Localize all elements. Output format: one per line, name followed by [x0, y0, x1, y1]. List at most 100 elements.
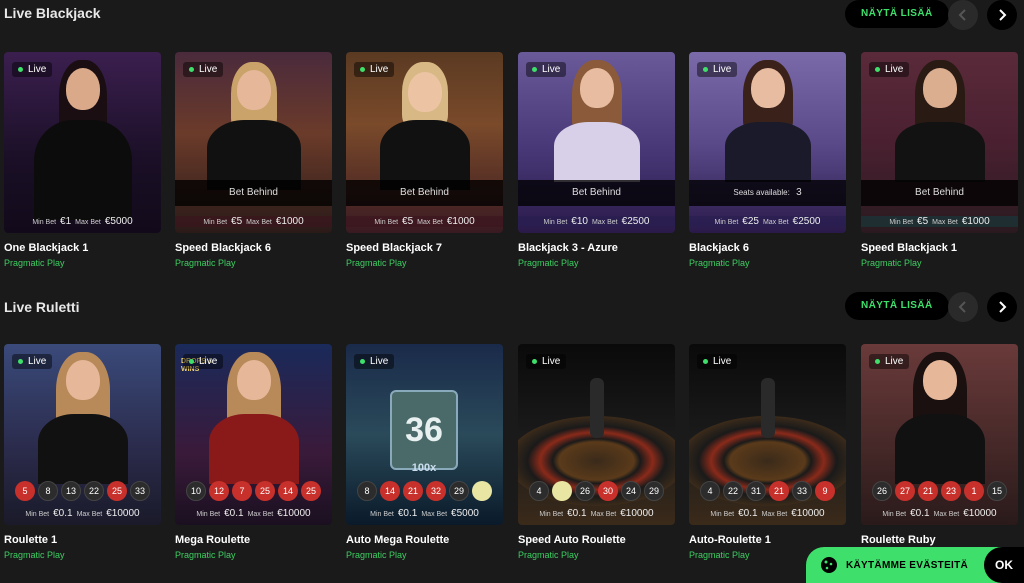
- section-title: Live Ruletti: [4, 299, 80, 315]
- game-title[interactable]: Speed Auto Roulette: [518, 534, 675, 548]
- chevron-left-icon: [958, 301, 966, 313]
- dealer-head: [923, 360, 957, 400]
- min-bet-value: €25: [742, 216, 759, 227]
- mega-multiplier: 100x: [411, 462, 437, 474]
- recent-results: 4 26 30 24 29: [518, 481, 675, 501]
- live-dot-icon: [18, 359, 23, 364]
- live-label: Live: [370, 64, 389, 75]
- live-badge: Live: [183, 354, 224, 369]
- result-number: 4: [700, 481, 720, 501]
- result-number: 25: [255, 481, 275, 501]
- max-bet-value: €10000: [791, 508, 825, 519]
- bet-behind-overlay[interactable]: Bet Behind: [346, 180, 503, 206]
- result-number: [552, 481, 572, 501]
- min-bet-value: €5: [231, 216, 243, 227]
- game-thumbnail[interactable]: Live Seats available: 3 Min Bet €25 Max …: [689, 52, 846, 233]
- live-label: Live: [542, 64, 561, 75]
- show-more-button[interactable]: NÄYTÄ LISÄÄ: [845, 292, 949, 320]
- dealer-body: [209, 414, 299, 484]
- cookie-ok-button[interactable]: OK: [984, 547, 1024, 583]
- live-badge: Live: [697, 354, 738, 369]
- game-title[interactable]: One Blackjack 1: [4, 242, 161, 256]
- recent-results: 10 12 7 25 14 25: [175, 481, 332, 501]
- dealer-body: [895, 414, 985, 484]
- game-title[interactable]: Speed Blackjack 7: [346, 242, 503, 256]
- game-card[interactable]: Live Min Bet €1 Max Bet €5000 One Blackj…: [4, 52, 161, 268]
- bet-behind-overlay[interactable]: Bet Behind: [861, 180, 1018, 206]
- bet-limits: Min Bet €0.1 Max Bet €10000: [175, 508, 332, 519]
- roulette-section: Live Ruletti NÄYTÄ LISÄÄ Live 5 8 13 22 25 33 M…: [0, 292, 1024, 582]
- max-bet-value: €10000: [620, 508, 654, 519]
- game-thumbnail[interactable]: Live 4 26 30 24 29 Min Bet €0.1 Max Bet €10000: [518, 344, 675, 525]
- game-card[interactable]: Live Bet Behind Min Bet €5 Max Bet €1000…: [346, 52, 503, 268]
- prev-button[interactable]: [948, 0, 978, 30]
- prev-button[interactable]: [948, 292, 978, 322]
- bet-behind-overlay[interactable]: Bet Behind: [518, 180, 675, 206]
- max-bet-label: Max Bet: [933, 511, 960, 518]
- game-card[interactable]: 36 100x Live 8 14 21 32 29 Min Bet €0.1 Max Bet €50…: [346, 344, 503, 560]
- game-provider: Pragmatic Play: [518, 258, 579, 268]
- result-number: 12: [209, 481, 229, 501]
- game-title[interactable]: Roulette Ruby: [861, 534, 1018, 548]
- game-thumbnail[interactable]: Live 5 8 13 22 25 33 Min Bet €0.1 Max Bet €10000: [4, 344, 161, 525]
- game-thumbnail[interactable]: Live 4 22 31 21 33 9 Min Bet €0.1 Max Bet €10000: [689, 344, 846, 525]
- game-thumbnail[interactable]: Live Bet Behind Min Bet €5 Max Bet €1000: [346, 52, 503, 233]
- game-card[interactable]: Live 5 8 13 22 25 33 Min Bet €0.1 Max Bet €10000 Ro…: [4, 344, 161, 560]
- result-number: 4: [529, 481, 549, 501]
- game-thumbnail[interactable]: Live Min Bet €1 Max Bet €5000: [4, 52, 161, 233]
- min-bet-value: €0.1: [397, 508, 418, 519]
- recent-results: 5 8 13 22 25 33: [4, 481, 161, 501]
- min-bet-label: Min Bet: [543, 219, 568, 226]
- game-title[interactable]: Auto-Roulette 1: [689, 534, 846, 548]
- game-provider: Pragmatic Play: [4, 550, 65, 560]
- result-number: 7: [232, 481, 252, 501]
- game-title[interactable]: Roulette 1: [4, 534, 161, 548]
- bet-limits: Min Bet €0.1 Max Bet €10000: [861, 508, 1018, 519]
- game-thumbnail[interactable]: Live Bet Behind Min Bet €5 Max Bet €1000: [861, 52, 1018, 233]
- game-thumbnail[interactable]: Live Bet Behind Min Bet €10 Max Bet €250…: [518, 52, 675, 233]
- game-provider: Pragmatic Play: [4, 258, 65, 268]
- game-title[interactable]: Auto Mega Roulette: [346, 534, 503, 548]
- game-title[interactable]: Mega Roulette: [175, 534, 332, 548]
- game-card[interactable]: Live Seats available: 3 Min Bet €25 Max …: [689, 52, 846, 268]
- max-bet-value: €1000: [961, 216, 990, 227]
- max-bet-value: €1000: [446, 216, 475, 227]
- game-thumbnail[interactable]: DROPS & WINS Live 10 12 7 25 14 25 Min Bet €0.1 Ma…: [175, 344, 332, 525]
- live-dot-icon: [189, 359, 194, 364]
- game-card[interactable]: Live Bet Behind Min Bet €10 Max Bet €250…: [518, 52, 675, 268]
- game-title[interactable]: Blackjack 3 - Azure: [518, 242, 675, 256]
- next-button[interactable]: [987, 0, 1017, 30]
- result-number: 29: [644, 481, 664, 501]
- game-card[interactable]: DROPS & WINS Live 10 12 7 25 14 25 Min Bet €0.1 Ma…: [175, 344, 332, 560]
- section-title: Live Blackjack: [4, 5, 101, 21]
- show-more-button[interactable]: NÄYTÄ LISÄÄ: [845, 0, 949, 28]
- game-card[interactable]: Live 4 22 31 21 33 9 Min Bet €0.1 Max Bet €10000 Au…: [689, 344, 846, 560]
- bet-behind-overlay[interactable]: Bet Behind: [175, 180, 332, 206]
- game-thumbnail[interactable]: 36 100x Live 8 14 21 32 29 Min Bet €0.1 Max Bet €50…: [346, 344, 503, 525]
- cookie-text: KÄYTÄMME EVÄSTEITÄ: [846, 559, 969, 571]
- game-card[interactable]: Live Bet Behind Min Bet €5 Max Bet €1000…: [861, 52, 1018, 268]
- game-title[interactable]: Blackjack 6: [689, 242, 846, 256]
- result-number: 21: [918, 481, 938, 501]
- min-bet-value: €0.1: [910, 508, 930, 519]
- live-dot-icon: [875, 359, 880, 364]
- game-title[interactable]: Speed Blackjack 6: [175, 242, 332, 256]
- result-number: 27: [895, 481, 915, 501]
- result-number: 14: [380, 481, 400, 501]
- max-bet-label: Max Bet: [590, 511, 617, 518]
- live-label: Live: [713, 356, 732, 367]
- game-title[interactable]: Speed Blackjack 1: [861, 242, 1018, 256]
- mega-number-tile: 36: [390, 390, 458, 470]
- live-label: Live: [199, 64, 218, 75]
- game-thumbnail[interactable]: Live Bet Behind Min Bet €5 Max Bet €1000: [175, 52, 332, 233]
- game-card[interactable]: Live 4 26 30 24 29 Min Bet €0.1 Max Bet €10000 Spe…: [518, 344, 675, 560]
- game-provider: Pragmatic Play: [175, 258, 236, 268]
- game-card[interactable]: Live 26 27 21 23 1 15 Min Bet €0.1 Max Bet €10000 R…: [861, 344, 1018, 560]
- game-thumbnail[interactable]: Live 26 27 21 23 1 15 Min Bet €0.1 Max Bet €10000: [861, 344, 1018, 525]
- seats-overlay: Seats available: 3: [689, 180, 846, 206]
- result-number: 22: [723, 481, 743, 501]
- next-button[interactable]: [987, 292, 1017, 322]
- max-bet-label: Max Bet: [421, 511, 448, 518]
- result-number: 26: [872, 481, 892, 501]
- game-card[interactable]: Live Bet Behind Min Bet €5 Max Bet €1000…: [175, 52, 332, 268]
